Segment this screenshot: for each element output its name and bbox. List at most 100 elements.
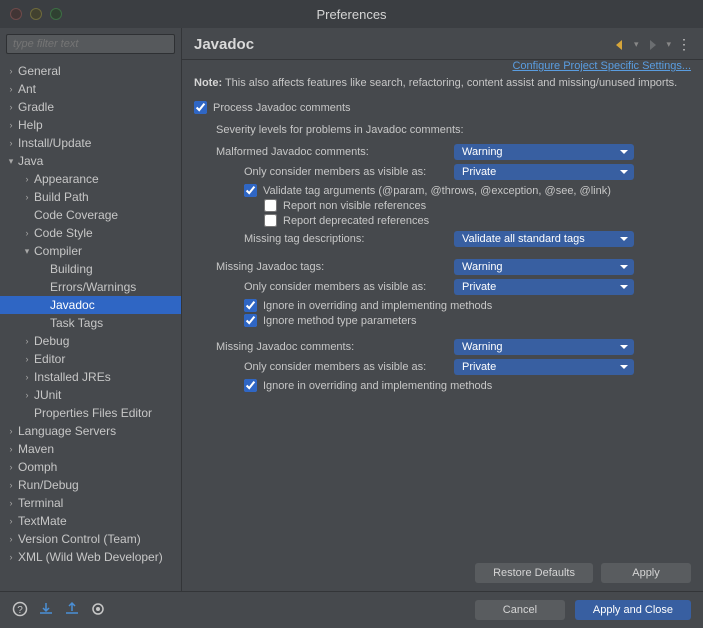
apply-and-close-button[interactable]: Apply and Close: [575, 600, 691, 620]
tree-item-javadoc[interactable]: ·Javadoc: [0, 296, 181, 314]
oomph-icon[interactable]: [90, 601, 106, 620]
tree-item-label: Gradle: [18, 100, 177, 114]
malformed-label: Malformed Javadoc comments:: [216, 146, 454, 158]
chevron-right-icon: ›: [20, 390, 34, 400]
tree-item-label: Errors/Warnings: [50, 280, 177, 294]
tree-item-code-style[interactable]: ›Code Style: [0, 224, 181, 242]
configure-project-link[interactable]: Configure Project Specific Settings...: [512, 60, 691, 72]
tree-item-label: Debug: [34, 334, 177, 348]
tree-item-junit[interactable]: ›JUnit: [0, 386, 181, 404]
missing-tags-label: Missing Javadoc tags:: [216, 261, 454, 273]
tree-item-install-update[interactable]: ›Install/Update: [0, 134, 181, 152]
tree-item-task-tags[interactable]: ·Task Tags: [0, 314, 181, 332]
page-title: Javadoc: [194, 36, 254, 53]
tree-item-label: Appearance: [34, 172, 177, 186]
tree-item-building[interactable]: ·Building: [0, 260, 181, 278]
tree-item-build-path[interactable]: ›Build Path: [0, 188, 181, 206]
process-javadoc-checkbox[interactable]: [194, 101, 207, 114]
chevron-right-icon: ›: [4, 480, 18, 490]
dropdown-indicator-icon: ▾: [634, 39, 639, 50]
tree-item-properties-files-editor[interactable]: ·Properties Files Editor: [0, 404, 181, 422]
tree-item-oomph[interactable]: ›Oomph: [0, 458, 181, 476]
missing-tags-ignore-params-checkbox[interactable]: [244, 314, 257, 327]
tree-item-label: Oomph: [18, 460, 177, 474]
restore-defaults-button[interactable]: Restore Defaults: [475, 563, 593, 583]
chevron-down-icon: ▾: [20, 246, 34, 257]
report-deprecated-checkbox[interactable]: [264, 214, 277, 227]
tree-item-language-servers[interactable]: ›Language Servers: [0, 422, 181, 440]
cancel-button[interactable]: Cancel: [475, 600, 565, 620]
chevron-right-icon: ›: [4, 84, 18, 94]
tree-item-version-control-team-[interactable]: ›Version Control (Team): [0, 530, 181, 548]
tree-item-label: XML (Wild Web Developer): [18, 550, 177, 564]
tree-item-label: Install/Update: [18, 136, 177, 150]
missing-comments-ignore-override-checkbox[interactable]: [244, 379, 257, 392]
help-icon[interactable]: ?: [12, 601, 28, 620]
chevron-right-icon: ›: [20, 336, 34, 346]
tree-item-label: JUnit: [34, 388, 177, 402]
tree-item-xml-wild-web-developer-[interactable]: ›XML (Wild Web Developer): [0, 548, 181, 566]
malformed-severity-select[interactable]: Warning: [454, 144, 634, 160]
nav-forward-icon[interactable]: [644, 37, 660, 53]
tree-item-label: Build Path: [34, 190, 177, 204]
tree-item-editor[interactable]: ›Editor: [0, 350, 181, 368]
report-non-visible-checkbox[interactable]: [264, 199, 277, 212]
apply-button[interactable]: Apply: [601, 563, 691, 583]
tree-item-gradle[interactable]: ›Gradle: [0, 98, 181, 116]
tree-item-general[interactable]: ›General: [0, 62, 181, 80]
import-icon[interactable]: [38, 601, 54, 620]
missing-desc-select[interactable]: Validate all standard tags: [454, 231, 634, 247]
tree-item-label: Properties Files Editor: [34, 406, 177, 420]
tree-item-appearance[interactable]: ›Appearance: [0, 170, 181, 188]
tree-item-run-debug[interactable]: ›Run/Debug: [0, 476, 181, 494]
missing-comments-visibility-select[interactable]: Private: [454, 359, 634, 375]
tree-item-compiler[interactable]: ▾Compiler: [0, 242, 181, 260]
tree-item-label: Code Coverage: [34, 208, 177, 222]
filter-input[interactable]: [6, 34, 175, 54]
preferences-tree[interactable]: ›General›Ant›Gradle›Help›Install/Update▾…: [0, 60, 181, 591]
tree-item-code-coverage[interactable]: ·Code Coverage: [0, 206, 181, 224]
tree-item-terminal[interactable]: ›Terminal: [0, 494, 181, 512]
tree-item-label: TextMate: [18, 514, 177, 528]
tree-item-installed-jres[interactable]: ›Installed JREs: [0, 368, 181, 386]
missing-tags-ignore-override-label: Ignore in overriding and implementing me…: [263, 300, 492, 312]
chevron-right-icon: ›: [4, 120, 18, 130]
tree-item-label: Run/Debug: [18, 478, 177, 492]
chevron-right-icon: ›: [20, 372, 34, 382]
chevron-right-icon: ›: [4, 138, 18, 148]
report-deprecated-label: Report deprecated references: [283, 215, 429, 227]
report-non-visible-label: Report non visible references: [283, 200, 426, 212]
tree-item-label: Help: [18, 118, 177, 132]
tree-item-help[interactable]: ›Help: [0, 116, 181, 134]
tree-item-maven[interactable]: ›Maven: [0, 440, 181, 458]
tree-item-java[interactable]: ▾Java: [0, 152, 181, 170]
chevron-right-icon: ›: [20, 174, 34, 184]
missing-tags-visibility-select[interactable]: Private: [454, 279, 634, 295]
export-icon[interactable]: [64, 601, 80, 620]
validate-tag-label: Validate tag arguments (@param, @throws,…: [263, 185, 611, 197]
validate-tag-checkbox[interactable]: [244, 184, 257, 197]
tree-item-label: General: [18, 64, 177, 78]
tree-item-label: Code Style: [34, 226, 177, 240]
process-javadoc-label: Process Javadoc comments: [213, 102, 351, 114]
svg-text:?: ?: [17, 605, 23, 616]
tree-item-label: Editor: [34, 352, 177, 366]
nav-back-icon[interactable]: [612, 37, 628, 53]
chevron-right-icon: ›: [4, 462, 18, 472]
tree-item-debug[interactable]: ›Debug: [0, 332, 181, 350]
tree-item-textmate[interactable]: ›TextMate: [0, 512, 181, 530]
missing-comments-severity-select[interactable]: Warning: [454, 339, 634, 355]
tree-item-errors-warnings[interactable]: ·Errors/Warnings: [0, 278, 181, 296]
missing-comments-visibility-label: Only consider members as visible as:: [244, 361, 454, 373]
chevron-right-icon: ›: [4, 102, 18, 112]
severity-heading: Severity levels for problems in Javadoc …: [216, 124, 691, 136]
note-text: Note: This also affects features like se…: [194, 76, 691, 91]
tree-item-label: Task Tags: [50, 316, 177, 330]
tree-item-label: Terminal: [18, 496, 177, 510]
tree-item-ant[interactable]: ›Ant: [0, 80, 181, 98]
missing-tags-ignore-override-checkbox[interactable]: [244, 299, 257, 312]
menu-icon[interactable]: ⋮: [677, 36, 691, 53]
missing-tags-severity-select[interactable]: Warning: [454, 259, 634, 275]
malformed-visibility-select[interactable]: Private: [454, 164, 634, 180]
tree-item-label: Language Servers: [18, 424, 177, 438]
